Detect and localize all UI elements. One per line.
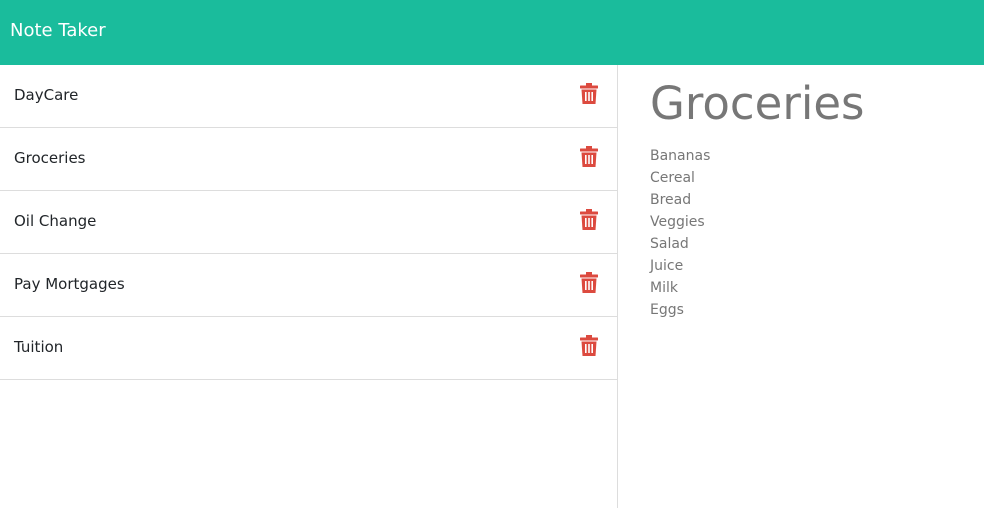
note-text-line: Veggies — [650, 214, 705, 230]
note-list-item[interactable]: Tuition — [0, 317, 617, 380]
trash-icon[interactable] — [580, 272, 598, 293]
note-text-line: Eggs — [650, 302, 684, 318]
trash-icon[interactable] — [580, 146, 598, 167]
trash-icon[interactable] — [580, 83, 598, 104]
note-title: DayCare — [14, 86, 79, 104]
note-text-line: Bananas — [650, 148, 711, 164]
note-text-field[interactable]: Bananas Cereal Bread Veggies Salad Juice… — [650, 145, 710, 321]
note-text-line: Salad — [650, 236, 689, 252]
note-text-line: Cereal — [650, 170, 695, 186]
note-list-item[interactable]: DayCare — [0, 65, 617, 128]
note-title-field[interactable]: Groceries — [650, 77, 864, 130]
trash-icon[interactable] — [580, 209, 598, 230]
note-text-line: Milk — [650, 280, 678, 296]
trash-icon[interactable] — [580, 335, 598, 356]
note-list-item[interactable]: Oil Change — [0, 191, 617, 254]
brand-title[interactable]: Note Taker — [10, 20, 106, 41]
note-detail: Groceries Bananas Cereal Bread Veggies S… — [618, 65, 984, 508]
note-list-item[interactable]: Groceries — [0, 128, 617, 191]
note-text-line: Bread — [650, 192, 692, 208]
navbar: Note Taker — [0, 0, 984, 65]
note-title: Oil Change — [14, 212, 97, 230]
note-title: Groceries — [14, 149, 86, 167]
note-title: Tuition — [14, 338, 64, 356]
note-title: Pay Mortgages — [14, 275, 125, 293]
note-list-item[interactable]: Pay Mortgages — [0, 254, 617, 317]
note-list: DayCare Groceries Oil Change Pay Mortgag… — [0, 65, 618, 508]
note-text-line: Juice — [650, 258, 684, 274]
